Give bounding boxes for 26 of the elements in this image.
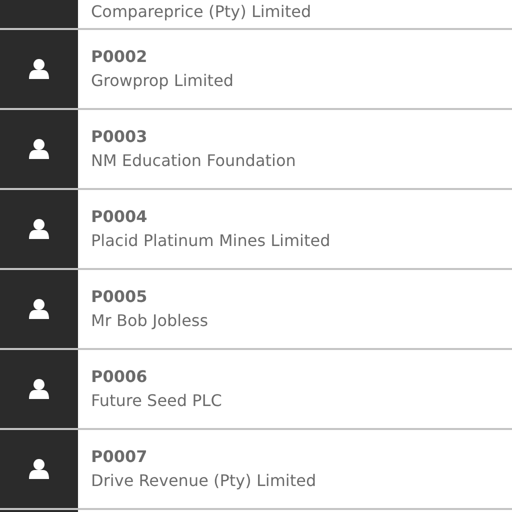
item-code: P0002 [91,46,148,68]
item-code: P0006 [91,366,148,388]
item-code: P0007 [91,446,148,468]
item-code: P0005 [91,286,148,308]
list-item[interactable]: P0005 Mr Bob Jobless [0,270,512,350]
list-item[interactable]: P0004 Placid Platinum Mines Limited [0,190,512,270]
person-icon [28,458,50,480]
list-item[interactable]: P0006 Future Seed PLC [0,350,512,430]
person-icon [28,378,50,400]
list-item[interactable]: Compareprice (Pty) Limited [0,0,512,30]
list-item[interactable]: P0003 NM Education Foundation [0,110,512,190]
item-name: Compareprice (Pty) Limited [91,1,312,23]
person-icon [28,58,50,80]
item-name: Mr Bob Jobless [91,310,210,332]
person-icon [28,218,50,240]
item-name: Drive Revenue (Pty) Limited [91,470,318,492]
item-name: Growprop Limited [91,70,235,92]
item-code: P0003 [91,126,148,148]
item-name: NM Education Foundation [91,150,297,172]
item-code: P0004 [91,206,148,228]
item-name: Placid Platinum Mines Limited [91,230,332,252]
list-item[interactable]: P0007 Drive Revenue (Pty) Limited [0,430,512,510]
person-icon [28,138,50,160]
item-name: Future Seed PLC [91,390,223,412]
list-item[interactable]: P0002 Growprop Limited [0,30,512,110]
person-icon [28,298,50,320]
